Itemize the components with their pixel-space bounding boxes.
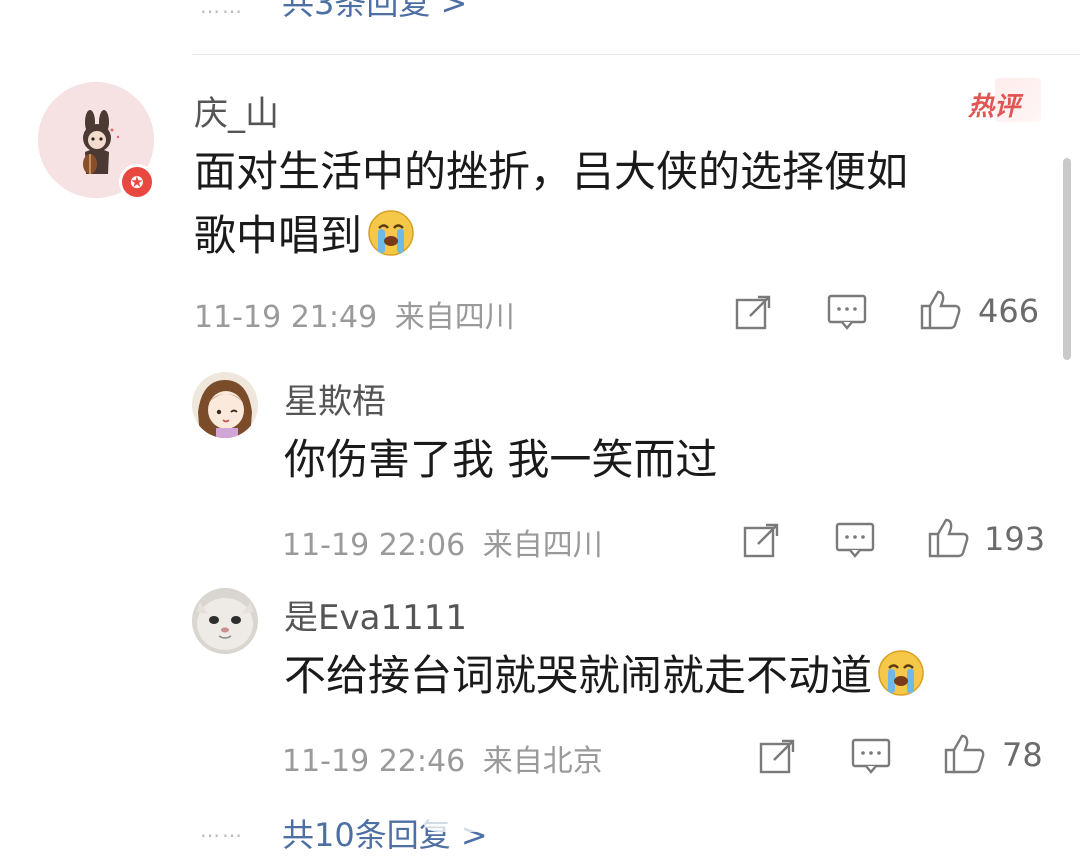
location: 来自北京 — [482, 744, 603, 779]
reply-username[interactable]: 是Eva1111 — [284, 590, 467, 639]
share-icon[interactable] — [734, 292, 774, 332]
like-icon[interactable] — [942, 732, 986, 776]
reply-text: 不给接台词就哭就闹就走不动道 — [284, 644, 926, 708]
comment-icon[interactable] — [826, 292, 868, 332]
watermark-overlay — [420, 796, 660, 832]
comment-meta: 11-19 21:49 来自四川 — [194, 292, 515, 336]
username[interactable]: 庆_山 — [194, 86, 279, 135]
location: 来自四川 — [482, 528, 603, 563]
crying-face-icon — [878, 650, 924, 696]
comment-text-line1: 面对生活中的挫折，吕大侠的选择便如 — [194, 147, 909, 196]
crying-face-icon — [368, 210, 414, 256]
vip-badge-icon: ✪ — [119, 164, 155, 200]
reply-meta: 11-19 22:06 来自四川 — [282, 520, 603, 564]
timestamp: 11-19 21:49 — [194, 300, 378, 335]
reply-username[interactable]: 星欺梧 — [284, 374, 386, 423]
like-count: 466 — [978, 292, 1040, 330]
share-icon[interactable] — [758, 736, 798, 776]
comment-icon[interactable] — [834, 520, 876, 560]
like-count: 193 — [984, 520, 1046, 558]
reply-avatar[interactable] — [192, 372, 258, 438]
location: 来自四川 — [394, 300, 515, 335]
reply-text-content: 不给接台词就哭就闹就走不动道 — [284, 651, 873, 700]
reply-dots: …… — [200, 818, 244, 842]
comment-icon[interactable] — [850, 736, 892, 776]
comment-text: 面对生活中的挫折，吕大侠的选择便如 歌中唱到 — [194, 140, 908, 268]
reply-dots: …… — [200, 0, 244, 18]
share-icon[interactable] — [742, 520, 782, 560]
like-count: 78 — [1002, 736, 1043, 774]
like-icon[interactable] — [918, 288, 962, 332]
view-replies-link-top[interactable]: 共3条回复 > — [282, 0, 467, 24]
like-icon[interactable] — [926, 516, 970, 560]
reply-avatar[interactable] — [192, 588, 258, 654]
reply-text: 你伤害了我 我一笑而过 — [284, 435, 718, 484]
comment-text-line2: 歌中唱到 — [194, 211, 363, 260]
hot-comment-tag: 热评 — [968, 92, 1021, 122]
divider — [192, 54, 1080, 55]
reply-meta: 11-19 22:46 来自北京 — [282, 736, 603, 780]
timestamp: 11-19 22:06 — [282, 528, 466, 563]
timestamp: 11-19 22:46 — [282, 744, 466, 779]
scrollbar[interactable] — [1063, 158, 1071, 360]
